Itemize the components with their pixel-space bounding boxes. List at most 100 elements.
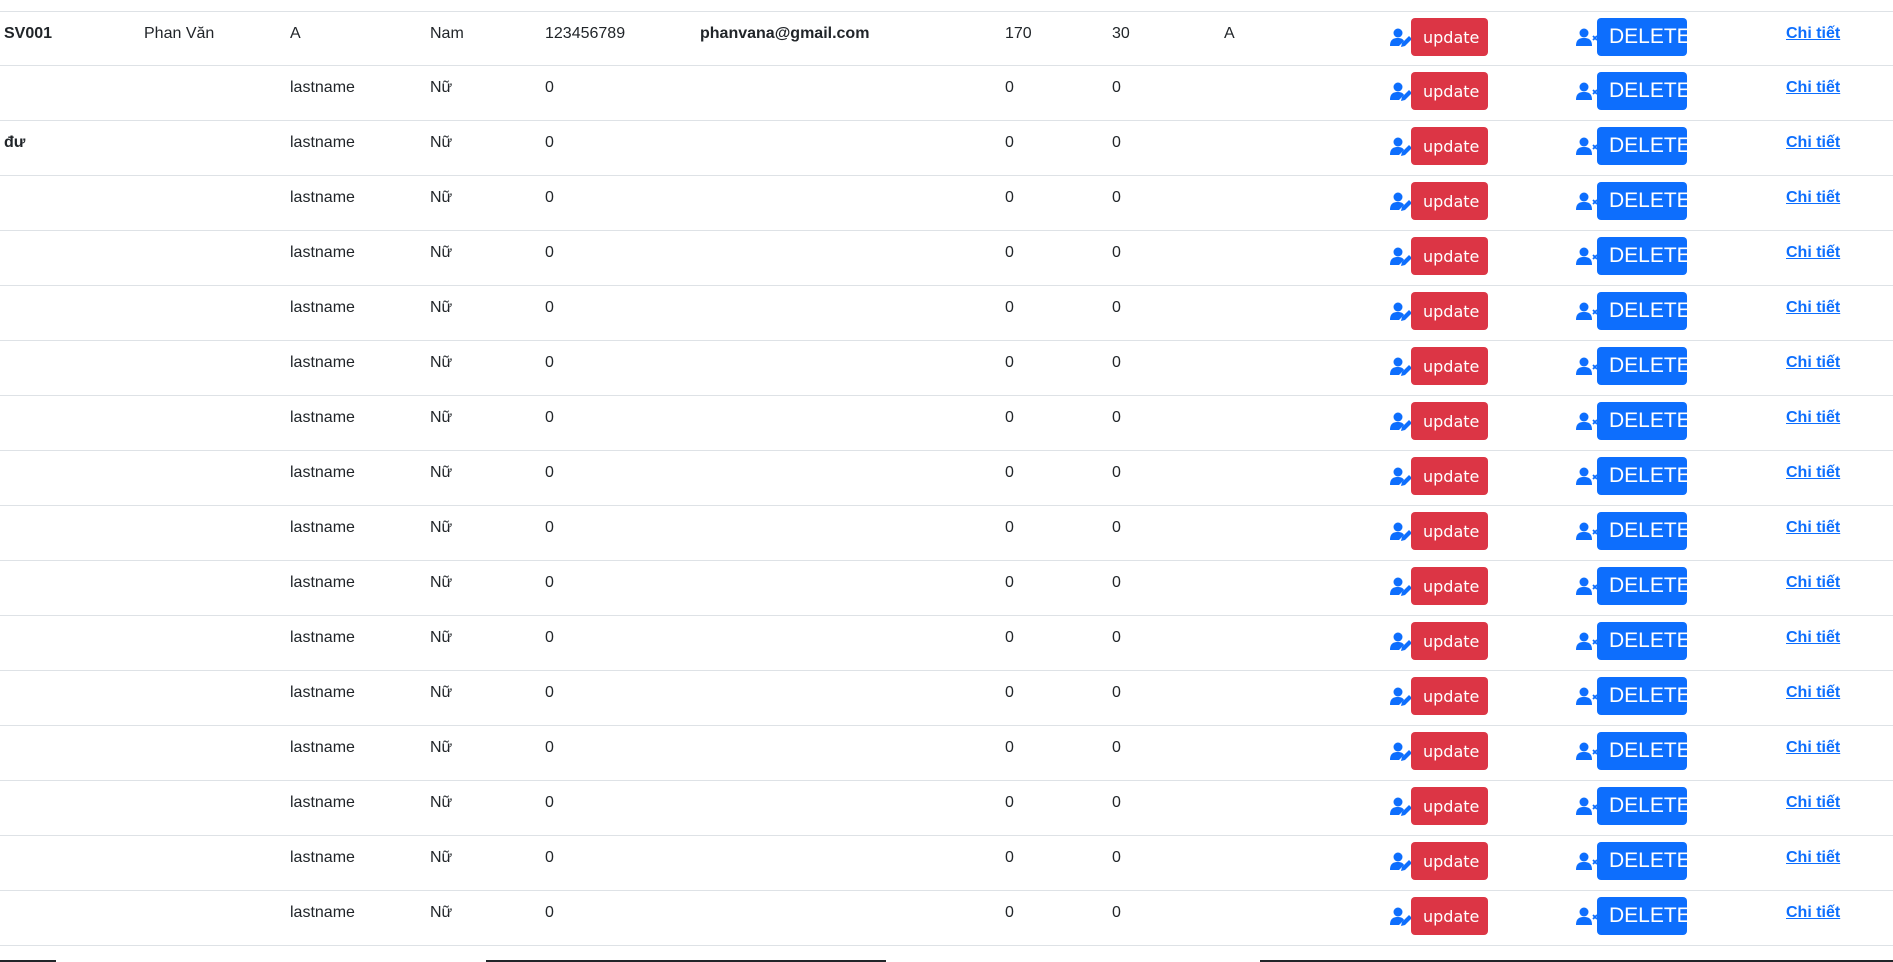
user-delete-icon [1576,907,1598,925]
detail-link[interactable]: Chi tiết [1786,627,1840,649]
delete-button[interactable]: DELETE [1597,897,1691,935]
height-cell: 170 [1005,25,1032,42]
delete-button[interactable]: DELETE [1597,402,1691,440]
detail-link[interactable]: Chi tiết [1786,407,1840,429]
height-cell: 0 [1005,629,1014,646]
detail-link[interactable]: Chi tiết [1786,847,1840,869]
detail-link[interactable]: Chi tiết [1786,737,1840,759]
update-button[interactable]: update [1411,457,1488,495]
user-delete-icon [1576,467,1598,485]
user-delete-icon [1576,687,1598,705]
detail-link[interactable]: Chi tiết [1786,682,1840,704]
table-row: lastname Nữ 0 0 0 update DELETE Chi tiết [0,726,1893,781]
update-button[interactable]: update [1411,787,1488,825]
phone-cell: 0 [545,189,554,206]
detail-link[interactable]: Chi tiết [1786,297,1840,319]
user-edit-icon [1390,852,1412,871]
table-row: lastname Nữ 0 0 0 update DELETE Chi tiết [0,396,1893,451]
gender-cell: Nữ [430,739,453,756]
detail-link[interactable]: Chi tiết [1786,792,1840,814]
update-button[interactable]: update [1411,512,1488,550]
user-delete-icon [1576,632,1598,650]
delete-button[interactable]: DELETE [1597,182,1691,220]
gender-cell: Nữ [430,519,453,536]
height-cell: 0 [1005,739,1014,756]
update-button[interactable]: update [1411,732,1488,770]
last-name-cell: lastname [290,464,355,481]
table-row: lastname Nữ 0 0 0 update DELETE Chi tiết [0,561,1893,616]
gender-cell: Nữ [430,574,453,591]
delete-button[interactable]: DELETE [1597,457,1691,495]
gender-cell: Nữ [430,79,453,96]
weight-cell: 0 [1112,519,1121,536]
weight-cell: 0 [1112,189,1121,206]
delete-button[interactable]: DELETE [1597,237,1691,275]
detail-link[interactable]: Chi tiết [1786,77,1840,99]
delete-button[interactable]: DELETE [1597,677,1691,715]
detail-link[interactable]: Chi tiết [1786,352,1840,374]
last-name-cell: lastname [290,299,355,316]
user-edit-icon [1390,357,1412,376]
delete-button[interactable]: DELETE [1597,732,1691,770]
update-button[interactable]: update [1411,127,1488,165]
delete-button[interactable]: DELETE [1597,787,1691,825]
weight-cell: 30 [1112,25,1130,42]
table-row: lastname Nữ 0 0 0 update DELETE Chi tiết [0,286,1893,341]
last-name-cell: lastname [290,79,355,96]
update-button[interactable]: update [1411,897,1488,935]
phone-cell: 0 [545,299,554,316]
delete-button[interactable]: DELETE [1597,72,1691,110]
detail-link[interactable]: Chi tiết [1786,572,1840,594]
gender-cell: Nữ [430,189,453,206]
delete-button[interactable]: DELETE [1597,127,1691,165]
update-button[interactable]: update [1411,842,1488,880]
user-delete-icon [1576,82,1598,100]
user-delete-icon [1576,852,1598,870]
weight-cell: 0 [1112,684,1121,701]
delete-button[interactable]: DELETE [1597,842,1691,880]
height-cell: 0 [1005,354,1014,371]
detail-link[interactable]: Chi tiết [1786,132,1840,154]
update-button[interactable]: update [1411,237,1488,275]
last-name-cell: lastname [290,849,355,866]
update-button[interactable]: update [1411,18,1488,56]
phone-cell: 0 [545,739,554,756]
detail-link[interactable]: Chi tiết [1786,517,1840,539]
update-button[interactable]: update [1411,567,1488,605]
update-button[interactable]: update [1411,182,1488,220]
update-button[interactable]: update [1411,622,1488,660]
student-table: SV001 Phan Văn A Nam 123456789 phanvana@… [0,11,1893,946]
detail-link[interactable]: Chi tiết [1786,187,1840,209]
update-button[interactable]: update [1411,402,1488,440]
gender-cell: Nữ [430,464,453,481]
last-name-cell: lastname [290,409,355,426]
delete-button[interactable]: DELETE [1597,622,1691,660]
phone-cell: 0 [545,519,554,536]
user-edit-icon [1390,687,1412,706]
delete-button[interactable]: DELETE [1597,512,1691,550]
user-edit-icon [1390,192,1412,211]
update-button[interactable]: update [1411,72,1488,110]
student-id-cell: đư [4,134,26,151]
weight-cell: 0 [1112,79,1121,96]
user-edit-icon [1390,412,1412,431]
detail-link[interactable]: Chi tiết [1786,902,1840,924]
weight-cell: 0 [1112,299,1121,316]
delete-button[interactable]: DELETE [1597,567,1691,605]
detail-link[interactable]: Chi tiết [1786,23,1840,45]
update-button[interactable]: update [1411,677,1488,715]
update-button[interactable]: update [1411,292,1488,330]
table-row: đư lastname Nữ 0 0 0 update DELETE Chi t… [0,121,1893,176]
last-name-cell: lastname [290,519,355,536]
update-button[interactable]: update [1411,347,1488,385]
last-name-cell: lastname [290,794,355,811]
delete-button[interactable]: DELETE [1597,18,1691,56]
delete-button[interactable]: DELETE [1597,347,1691,385]
user-edit-icon [1390,907,1412,926]
delete-button[interactable]: DELETE [1597,292,1691,330]
last-name-cell: A [290,25,301,42]
detail-link[interactable]: Chi tiết [1786,462,1840,484]
height-cell: 0 [1005,299,1014,316]
detail-link[interactable]: Chi tiết [1786,242,1840,264]
user-delete-icon [1576,742,1598,760]
